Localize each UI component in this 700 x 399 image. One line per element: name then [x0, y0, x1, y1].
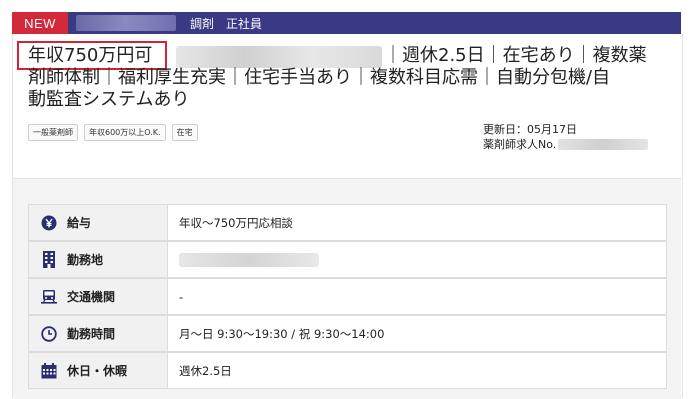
detail-label: 勤務時間	[67, 327, 116, 341]
detail-value: 週休2.5日	[179, 363, 232, 378]
detail-label: 休日・休暇	[67, 364, 128, 378]
job-header-bar: NEW 調剤 正社員	[12, 12, 681, 34]
chip-home-care: 在宅	[171, 124, 198, 141]
detail-row-salary: 給与 年収～750万円応相談	[28, 204, 667, 241]
employment-type-tag: 正社員	[226, 16, 263, 31]
category-tag: 調剤	[190, 16, 215, 31]
detail-row-location: 勤務地	[28, 241, 667, 278]
detail-label: 勤務地	[67, 253, 104, 267]
clock-icon	[41, 325, 57, 342]
building-icon	[41, 251, 57, 268]
redacted-company-name	[76, 15, 176, 31]
job-number-label: 薬剤師求人No.	[483, 138, 557, 151]
yen-icon	[41, 215, 57, 231]
redacted-job-number	[558, 139, 649, 150]
detail-row-transit: 交通機関 -	[28, 278, 667, 315]
calendar-icon	[41, 362, 57, 379]
job-title-part3[interactable]: 動監査システムあり	[28, 90, 189, 110]
detail-value: -	[179, 289, 184, 304]
chip-general-pharmacist: 一般薬剤師	[28, 124, 78, 141]
feature-chips: 一般薬剤師 年収600万以上O.K. 在宅	[28, 124, 198, 141]
job-title-salary[interactable]: 年収750万円可	[28, 46, 152, 66]
job-title-part1[interactable]: ｜週休2.5日｜在宅あり｜複数薬	[384, 46, 647, 66]
detail-value: 年収～750万円応相談	[179, 215, 293, 230]
detail-value: 月～日 9:30～19:30 / 祝 9:30～14:00	[179, 326, 385, 341]
redacted-pharmacy-name	[176, 46, 382, 68]
detail-label: 給与	[67, 216, 92, 230]
new-badge: NEW	[12, 12, 68, 34]
chip-salary-600: 年収600万以上O.K.	[84, 124, 166, 141]
detail-label: 交通機関	[67, 290, 116, 304]
detail-row-holidays: 休日・休暇 週休2.5日	[28, 352, 667, 389]
redacted-address	[179, 252, 319, 267]
train-icon	[41, 289, 57, 305]
updated-date: 更新日：05月17日	[483, 123, 577, 136]
detail-row-hours: 勤務時間 月～日 9:30～19:30 / 祝 9:30～14:00	[28, 315, 667, 352]
job-title-part2[interactable]: 剤師体制｜福利厚生充実｜住宅手当あり｜複数科目応需｜自動分包機/自	[28, 68, 610, 88]
job-meta: 更新日：05月17日 薬剤師求人No.	[483, 122, 649, 152]
